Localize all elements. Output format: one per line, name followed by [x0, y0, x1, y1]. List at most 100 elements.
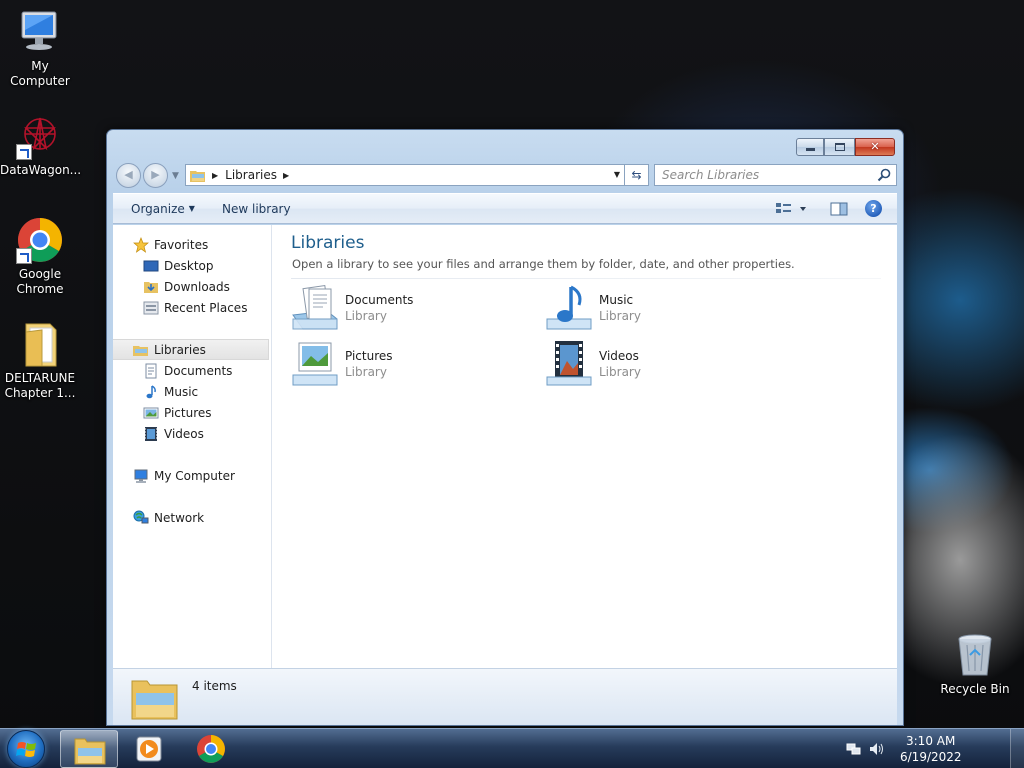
nav-label: Recent Places: [164, 300, 248, 315]
explorer-window[interactable]: ✕ ◀ ▶ ▼ ▶ Libraries ▶ ▼ ⇆ Organiz: [106, 129, 904, 726]
desktop-icon-label: DataWagon...: [0, 163, 82, 177]
search-box[interactable]: [654, 164, 897, 186]
desktop-icon-label: Recycle Bin: [940, 682, 1010, 696]
breadcrumb-separator-icon[interactable]: ▶: [283, 171, 289, 180]
close-button[interactable]: ✕: [855, 138, 895, 156]
monitor-icon: [16, 8, 64, 56]
nav-label: Desktop: [164, 258, 214, 273]
address-history-dropdown[interactable]: ▼: [614, 170, 620, 179]
system-tray: 3:10 AM 6/19/2022: [814, 729, 964, 768]
change-view-button[interactable]: [774, 201, 814, 217]
library-name: Music: [599, 293, 634, 307]
new-library-label: New library: [222, 202, 291, 216]
show-desktop-button[interactable]: [1010, 729, 1024, 768]
library-type: Library: [599, 309, 641, 323]
libraries-folder-icon: [131, 680, 178, 720]
nav-item-downloads[interactable]: Downloads: [113, 276, 269, 297]
desktop-icon-deltarune[interactable]: DELTARUNE Chapter 1...: [0, 320, 80, 401]
nav-item-desktop[interactable]: Desktop: [113, 255, 269, 276]
library-name: Documents: [345, 293, 414, 307]
star-icon: [133, 236, 149, 253]
library-name: Pictures: [345, 349, 393, 363]
breadcrumb-libraries[interactable]: Libraries: [225, 168, 277, 182]
nav-label: Libraries: [154, 342, 206, 357]
desktop-icon-google-chrome[interactable]: Google Chrome: [0, 216, 80, 297]
desktop-icon: [143, 260, 159, 271]
new-library-button[interactable]: New library: [222, 202, 291, 216]
help-button[interactable]: ?: [865, 200, 882, 217]
desktop-icon-my-computer[interactable]: My Computer: [0, 8, 80, 89]
recent-pages-dropdown[interactable]: ▼: [172, 171, 179, 181]
taskbar-explorer-button[interactable]: [60, 730, 118, 768]
refresh-icon: ⇆: [631, 168, 642, 182]
library-tile-music[interactable]: Music Library: [545, 283, 775, 333]
taskbar-media-player-button[interactable]: [121, 730, 179, 768]
command-bar: Organize ▼ New library ?: [113, 193, 897, 224]
minimize-button[interactable]: [796, 138, 824, 156]
help-icon: ?: [870, 202, 877, 215]
nav-item-documents[interactable]: Documents: [113, 360, 269, 381]
library-type: Library: [599, 365, 641, 379]
chrome-icon: [16, 216, 64, 264]
library-tile-videos[interactable]: Videos Library: [545, 339, 775, 389]
volume-icon[interactable]: [868, 741, 884, 757]
refresh-button[interactable]: ⇆: [625, 164, 649, 186]
music-note-icon: [146, 384, 156, 398]
maximize-button[interactable]: [824, 138, 855, 156]
library-tile-pictures[interactable]: Pictures Library: [291, 339, 521, 389]
videos-icon: [145, 426, 157, 441]
close-icon: ✕: [870, 140, 880, 153]
forward-button[interactable]: ▶: [143, 163, 168, 188]
preview-pane-button[interactable]: [830, 201, 848, 217]
desktop-icon-recycle-bin[interactable]: Recycle Bin: [935, 631, 1015, 697]
documents-icon: [145, 363, 157, 378]
nav-label: Favorites: [154, 237, 209, 252]
library-name: Videos: [599, 349, 639, 363]
breadcrumb-separator-icon[interactable]: ▶: [212, 171, 218, 180]
item-count: 4 items: [192, 679, 237, 693]
nav-item-music[interactable]: Music: [113, 381, 269, 402]
libraries-folder-icon: [190, 170, 205, 182]
nav-label: Music: [164, 384, 199, 399]
start-button[interactable]: [7, 730, 45, 768]
address-bar[interactable]: ▶ Libraries ▶ ▼: [185, 164, 625, 186]
chevron-down-icon: ▼: [188, 204, 195, 213]
explorer-body: Favorites Desktop Downloads Recent Place…: [113, 225, 897, 668]
organize-menu-button[interactable]: Organize ▼: [131, 202, 195, 216]
desktop-icon-datawagon[interactable]: DataWagon...: [0, 112, 82, 178]
taskbar-chrome-button[interactable]: [182, 730, 240, 768]
library-type: Library: [345, 365, 387, 379]
nav-item-videos[interactable]: Videos: [113, 423, 269, 444]
back-button[interactable]: ◀: [116, 163, 141, 188]
caption-buttons: ✕: [796, 138, 895, 156]
details-pane: 4 items: [113, 668, 897, 725]
recycle-bin-icon: [951, 631, 999, 679]
shortcut-arrow-icon: [16, 248, 32, 264]
pictures-library-icon: [292, 342, 338, 386]
nav-item-pictures[interactable]: Pictures: [113, 402, 269, 423]
search-icon[interactable]: [877, 168, 891, 182]
nav-label: Documents: [164, 363, 233, 378]
organize-label: Organize: [131, 202, 185, 216]
library-tile-documents[interactable]: Documents Library: [291, 283, 521, 333]
nav-item-favorites[interactable]: Favorites: [113, 234, 269, 255]
clock-time[interactable]: 3:10 AM: [906, 734, 955, 748]
content-pane: Libraries Open a library to see your fil…: [273, 225, 897, 668]
forward-arrow-icon: ▶: [151, 168, 160, 181]
library-type: Library: [345, 309, 387, 323]
search-input[interactable]: [655, 165, 865, 185]
nav-label: My Computer: [154, 468, 235, 483]
nav-item-my-computer[interactable]: My Computer: [113, 465, 269, 486]
network-status-icon[interactable]: [846, 741, 862, 757]
clock-date[interactable]: 6/19/2022: [900, 750, 962, 764]
nav-label: Network: [154, 510, 205, 525]
datawagon-app-icon: [16, 112, 64, 160]
windows-logo-icon: [16, 742, 36, 757]
nav-item-libraries[interactable]: Libraries: [113, 339, 269, 360]
nav-item-recent-places[interactable]: Recent Places: [113, 297, 269, 318]
nav-label: Downloads: [164, 279, 230, 294]
nav-item-network[interactable]: Network: [113, 507, 269, 528]
media-player-icon: [136, 736, 162, 762]
downloads-icon: [144, 281, 158, 293]
documents-library-icon: [292, 285, 338, 330]
